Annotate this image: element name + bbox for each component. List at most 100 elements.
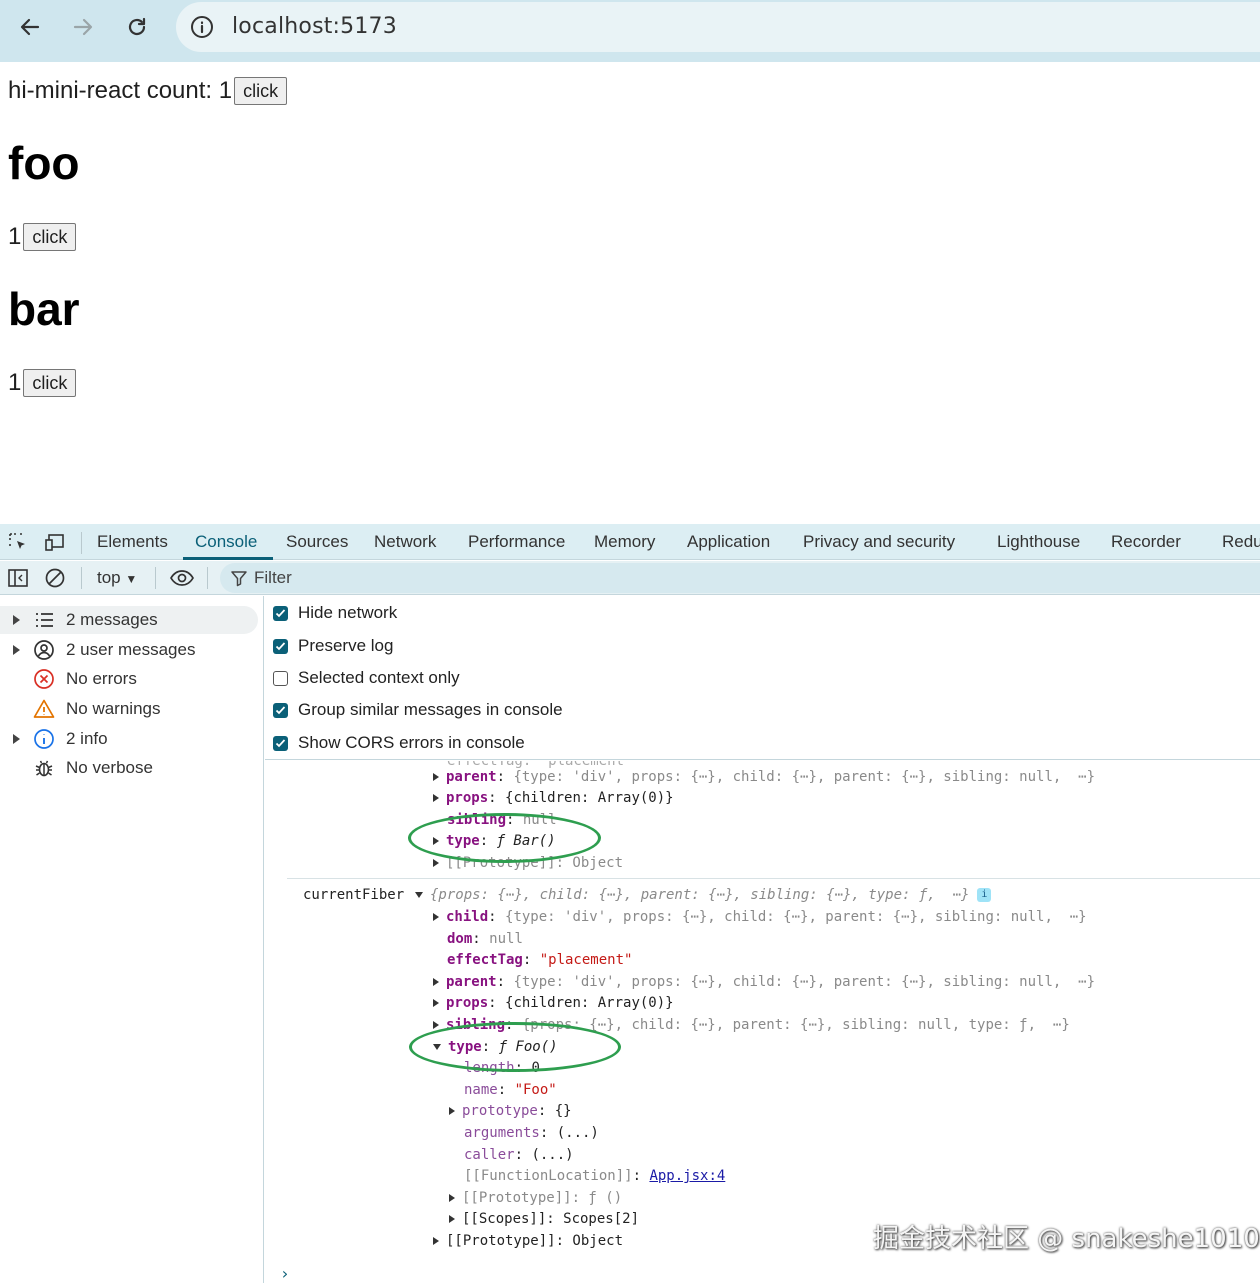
tab-network[interactable]: Network bbox=[374, 532, 436, 552]
active-tab-indicator bbox=[183, 557, 273, 560]
expand-arrow-icon[interactable] bbox=[433, 1021, 439, 1029]
log-line-props[interactable]: props: {children: Array(0)} bbox=[433, 788, 674, 808]
tab-application[interactable]: Application bbox=[687, 532, 770, 552]
message-divider bbox=[287, 878, 1260, 879]
foo-heading: foo bbox=[8, 137, 80, 189]
foo-click-button[interactable]: click bbox=[23, 223, 77, 251]
filter-icon bbox=[231, 571, 247, 587]
log-line-parent[interactable]: parent: {type: 'div', props: {⋯}, child:… bbox=[433, 767, 1095, 787]
log-line-fn-proto[interactable]: [[Prototype]]: ƒ () bbox=[449, 1188, 622, 1208]
tab-redux[interactable]: Redu bbox=[1222, 532, 1260, 552]
expand-arrow-icon[interactable] bbox=[13, 645, 20, 655]
expand-arrow-icon[interactable] bbox=[433, 1237, 439, 1245]
expand-arrow-icon[interactable] bbox=[433, 859, 439, 867]
inspect-element-icon[interactable] bbox=[7, 531, 29, 553]
hide-network-setting[interactable]: Hide network bbox=[273, 600, 397, 626]
sidebar-item-user-messages[interactable]: 2 user messages bbox=[0, 636, 258, 664]
setting-label: Hide network bbox=[298, 603, 398, 622]
log-line-caller[interactable]: caller: (...) bbox=[464, 1145, 574, 1165]
selected-context-setting[interactable]: Selected context only bbox=[273, 665, 460, 691]
checkbox-checked[interactable] bbox=[273, 638, 288, 654]
user-icon bbox=[34, 640, 54, 660]
tab-lighthouse[interactable]: Lighthouse bbox=[997, 532, 1080, 552]
context-label: top bbox=[97, 568, 121, 587]
sidebar-item-verbose[interactable]: No verbose bbox=[0, 754, 258, 782]
console-settings: Hide network Preserve log Selected conte… bbox=[265, 596, 1260, 760]
expand-arrow-icon[interactable] bbox=[433, 794, 439, 802]
tab-performance[interactable]: Performance bbox=[468, 532, 565, 552]
preserve-log-setting[interactable]: Preserve log bbox=[273, 633, 393, 659]
device-toolbar-icon[interactable] bbox=[44, 531, 66, 553]
tab-privacy-security[interactable]: Privacy and security bbox=[803, 532, 955, 552]
tab-console[interactable]: Console bbox=[195, 532, 257, 552]
checkbox-unchecked[interactable] bbox=[273, 670, 288, 686]
sidebar-toggle-icon[interactable] bbox=[7, 567, 29, 589]
expand-arrow-icon[interactable] bbox=[449, 1107, 455, 1115]
url-text: localhost:5173 bbox=[232, 14, 397, 39]
source-link[interactable]: App.jsx:4 bbox=[649, 1168, 725, 1184]
checkbox-checked[interactable] bbox=[273, 605, 288, 621]
expand-arrow-icon[interactable] bbox=[13, 615, 20, 625]
expand-arrow-icon[interactable] bbox=[433, 773, 439, 781]
setting-label: Selected context only bbox=[298, 668, 460, 687]
tab-recorder[interactable]: Recorder bbox=[1111, 532, 1181, 552]
expand-arrow-icon[interactable] bbox=[449, 1215, 455, 1223]
expand-arrow-icon[interactable] bbox=[433, 913, 439, 921]
divider bbox=[81, 532, 82, 554]
log-line-scopes[interactable]: [[Scopes]]: Scopes[2] bbox=[449, 1209, 639, 1229]
tab-memory[interactable]: Memory bbox=[594, 532, 655, 552]
check-icon bbox=[275, 641, 286, 650]
expand-arrow-icon[interactable] bbox=[433, 999, 439, 1007]
eye-icon[interactable] bbox=[169, 567, 195, 589]
divider bbox=[207, 567, 208, 589]
log-line-props[interactable]: props: {children: Array(0)} bbox=[433, 993, 674, 1013]
check-icon bbox=[275, 738, 286, 747]
setting-label: Preserve log bbox=[298, 636, 394, 655]
info-badge-icon[interactable]: i bbox=[977, 888, 992, 902]
foo-row: 1 click bbox=[8, 223, 77, 251]
watermark: 掘金技术社区 @ snakeshe1010 bbox=[873, 1224, 1260, 1254]
tab-elements[interactable]: Elements bbox=[97, 532, 168, 552]
foo-count: 1 bbox=[8, 223, 22, 250]
log-line-object-proto[interactable]: [[Prototype]]: Object bbox=[433, 1231, 623, 1251]
chevron-down-icon: ▼ bbox=[125, 572, 138, 586]
bug-icon bbox=[35, 760, 53, 777]
reload-button[interactable] bbox=[117, 8, 157, 46]
log-line-fn-prototype[interactable]: prototype: {} bbox=[449, 1101, 572, 1121]
sidebar-item-messages[interactable]: 2 messages bbox=[0, 606, 258, 634]
bar-click-button[interactable]: click bbox=[23, 369, 77, 397]
log-line-child[interactable]: child: {type: 'div', props: {⋯}, child: … bbox=[433, 907, 1087, 927]
checkbox-checked[interactable] bbox=[273, 735, 288, 751]
cors-errors-setting[interactable]: Show CORS errors in console bbox=[273, 730, 525, 756]
sidebar-item-warnings[interactable]: No warnings bbox=[0, 695, 258, 723]
back-button[interactable] bbox=[10, 8, 50, 46]
log-line-name: name: "Foo" bbox=[464, 1082, 557, 1098]
expand-arrow-icon[interactable] bbox=[449, 1194, 455, 1202]
checkbox-checked[interactable] bbox=[273, 702, 288, 718]
count-row: hi-mini-react count: 1 click bbox=[8, 77, 288, 105]
count-click-button[interactable]: click bbox=[234, 77, 288, 105]
tab-sources[interactable]: Sources bbox=[286, 532, 348, 552]
filter-input[interactable] bbox=[220, 563, 1260, 593]
log-line-parent[interactable]: parent: {type: 'div', props: {⋯}, child:… bbox=[433, 972, 1095, 992]
highlight-ellipse-bar bbox=[408, 813, 601, 863]
forward-button[interactable] bbox=[63, 8, 103, 46]
warning-icon bbox=[33, 699, 55, 718]
sidebar-item-errors[interactable]: No errors bbox=[0, 665, 258, 693]
log-line-currentfiber-summary[interactable]: {props: {⋯}, child: {⋯}, parent: {⋯}, si… bbox=[415, 885, 992, 905]
sidebar-item-info[interactable]: 2 info bbox=[0, 725, 258, 753]
console-toolbar: top ▼ Filter bbox=[0, 561, 1260, 595]
site-info-icon[interactable] bbox=[190, 15, 214, 39]
expand-arrow-icon[interactable] bbox=[13, 734, 20, 744]
browser-toolbar: localhost:5173 bbox=[0, 0, 1260, 62]
group-similar-setting[interactable]: Group similar messages in console bbox=[273, 697, 563, 723]
sidebar-item-label: No warnings bbox=[66, 699, 161, 718]
setting-label: Show CORS errors in console bbox=[298, 733, 525, 752]
context-select[interactable]: top ▼ bbox=[97, 568, 137, 588]
console-prompt-icon[interactable]: › bbox=[280, 1264, 290, 1283]
collapse-arrow-icon[interactable] bbox=[415, 892, 423, 898]
log-line-arguments[interactable]: arguments: (...) bbox=[464, 1123, 599, 1143]
address-bar[interactable]: localhost:5173 bbox=[176, 2, 1260, 52]
clear-console-icon[interactable] bbox=[44, 567, 66, 589]
expand-arrow-icon[interactable] bbox=[433, 978, 439, 986]
